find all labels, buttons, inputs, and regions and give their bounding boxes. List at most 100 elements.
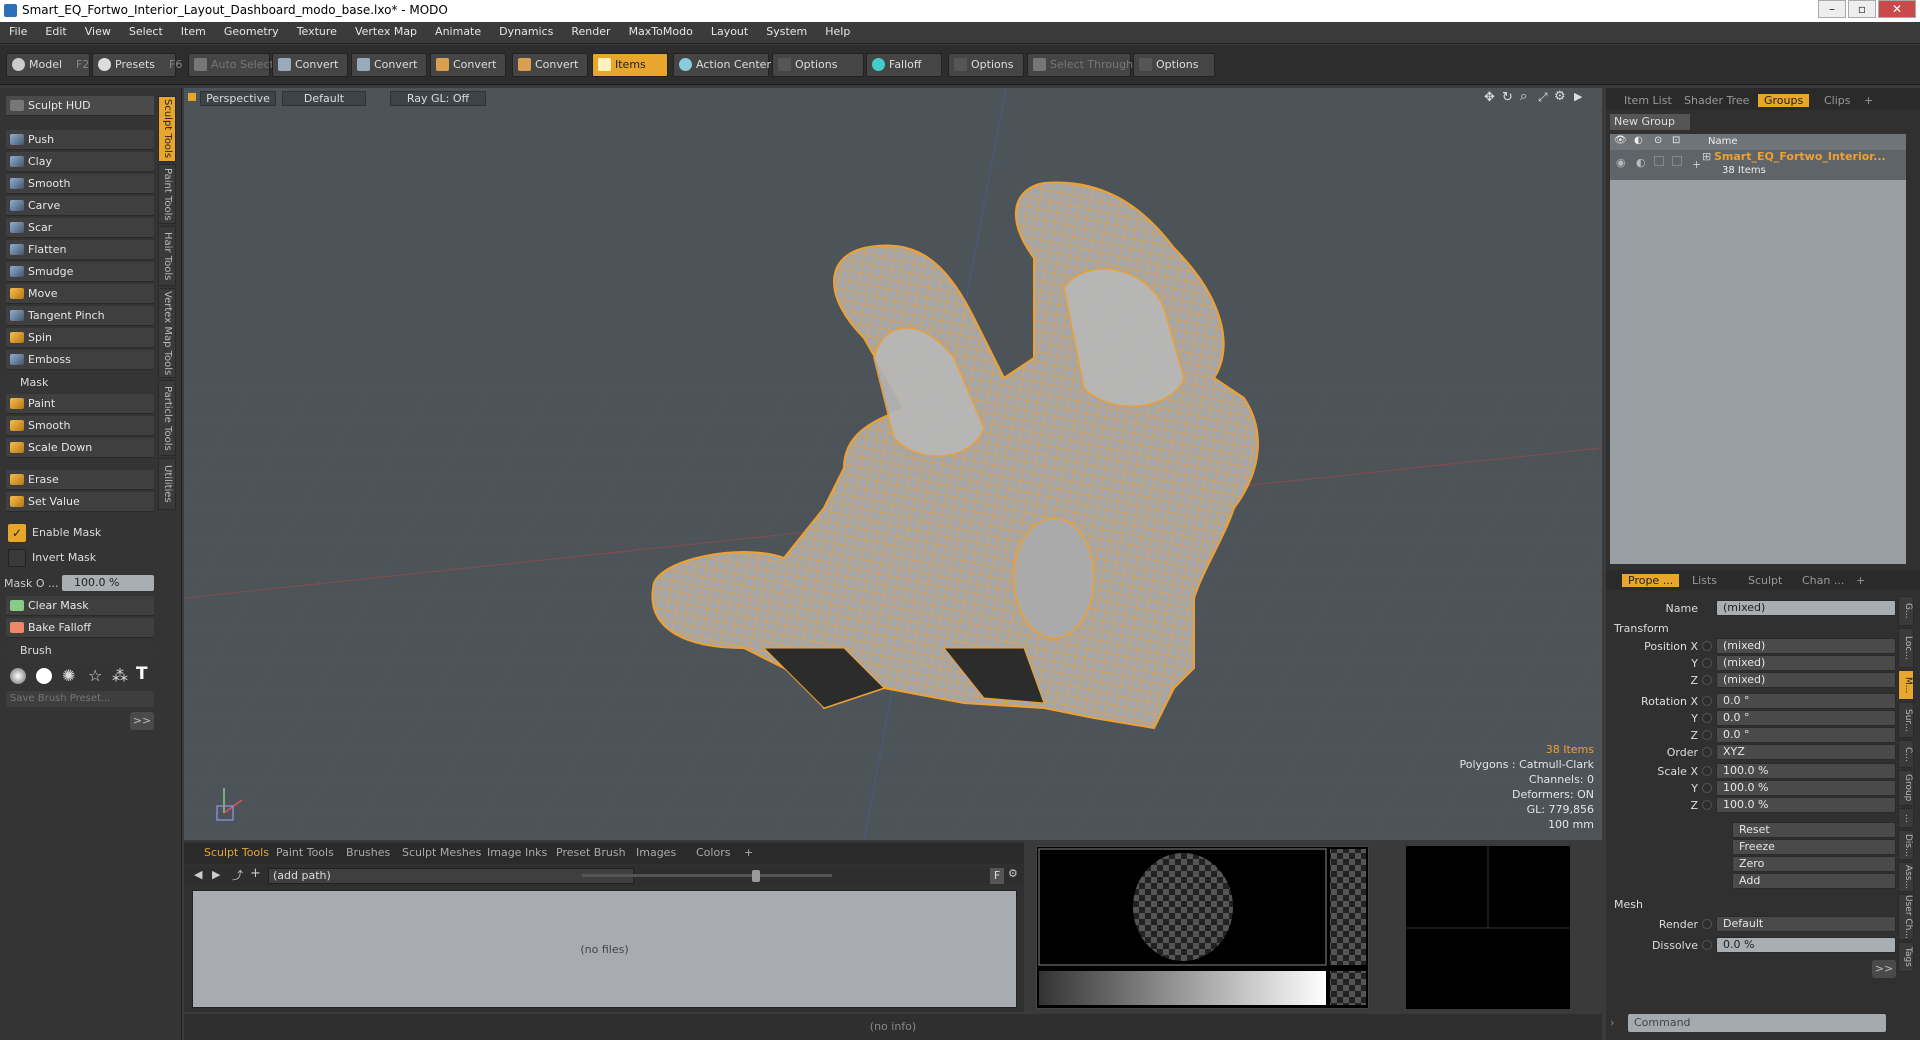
maximize-button[interactable]: ▫ bbox=[1848, 0, 1876, 18]
options-button-2[interactable]: Options bbox=[948, 53, 1024, 77]
rotation-z-field[interactable]: 0.0 ° bbox=[1716, 727, 1896, 743]
raygl-dropdown[interactable]: Ray GL: Off bbox=[390, 91, 486, 106]
scale-z-field[interactable]: 100.0 % bbox=[1716, 797, 1896, 813]
convert-materials-button[interactable]: Convert bbox=[512, 53, 588, 77]
mask-scale-down[interactable]: Scale Down bbox=[6, 438, 154, 458]
group-name[interactable]: Smart_EQ_Fortwo_Interior... bbox=[1714, 150, 1886, 163]
side-tab-6[interactable]: Group bbox=[1898, 770, 1914, 806]
hard-brush-icon[interactable] bbox=[36, 668, 52, 684]
rotation-y-key-icon[interactable] bbox=[1702, 713, 1712, 723]
shading-dropdown[interactable]: Default bbox=[282, 91, 366, 106]
fit-view-icon[interactable]: ⤢ bbox=[1538, 90, 1548, 105]
tab-preset-brush[interactable]: Preset Brush bbox=[556, 846, 626, 859]
tab-lists[interactable]: Lists bbox=[1692, 574, 1717, 587]
tab-channels[interactable]: Chan ... bbox=[1802, 574, 1844, 587]
side-tab-1[interactable]: G... bbox=[1898, 596, 1914, 626]
menu-layout[interactable]: Layout bbox=[702, 22, 757, 38]
transform-section[interactable]: Transform bbox=[1614, 622, 1669, 635]
tab-properties[interactable]: Prope ... bbox=[1622, 574, 1680, 587]
filter-button[interactable]: F bbox=[990, 868, 1004, 884]
mask-paint[interactable]: Paint bbox=[6, 394, 154, 414]
menu-animate[interactable]: Animate bbox=[426, 22, 490, 38]
rotation-x-field[interactable]: 0.0 ° bbox=[1716, 693, 1896, 709]
invert-mask-checkbox[interactable] bbox=[8, 549, 26, 567]
file-browser-area[interactable]: (no files) bbox=[192, 890, 1017, 1008]
mask-erase[interactable]: Erase bbox=[6, 470, 154, 490]
tool-flatten[interactable]: Flatten bbox=[6, 240, 154, 260]
rotation-x-key-icon[interactable] bbox=[1702, 696, 1712, 706]
brush-section-header[interactable]: Brush bbox=[6, 642, 154, 660]
tab-clips[interactable]: Clips bbox=[1824, 94, 1851, 107]
tab-add[interactable]: + bbox=[744, 846, 753, 859]
action-center-button[interactable]: Action Center bbox=[673, 53, 771, 77]
tab-particle-tools[interactable]: Particle Tools bbox=[158, 380, 176, 456]
rotation-y-field[interactable]: 0.0 ° bbox=[1716, 710, 1896, 726]
side-tab-10[interactable]: User Ch... bbox=[1898, 894, 1914, 940]
tab-utilities[interactable]: Utilities bbox=[158, 458, 176, 510]
tool-tangent-pinch[interactable]: Tangent Pinch bbox=[6, 306, 154, 326]
add-path-icon[interactable]: + bbox=[250, 866, 261, 881]
tab-paint-tools-bottom[interactable]: Paint Tools bbox=[276, 846, 334, 859]
tab-paint-tools[interactable]: Paint Tools bbox=[158, 164, 176, 224]
auto-select-button[interactable]: Auto Select bbox=[188, 53, 274, 77]
view-type-dropdown[interactable]: Perspective bbox=[200, 91, 276, 106]
convert-vertices-button[interactable]: Convert bbox=[272, 53, 348, 77]
menu-texture[interactable]: Texture bbox=[288, 22, 346, 38]
tab-colors[interactable]: Colors bbox=[696, 846, 730, 859]
bake-falloff-button[interactable]: Bake Falloff bbox=[6, 618, 154, 638]
tool-smooth[interactable]: Smooth bbox=[6, 174, 154, 194]
slider-handle[interactable] bbox=[752, 870, 760, 882]
menu-file[interactable]: File bbox=[0, 22, 36, 38]
menu-maxtomodo[interactable]: MaxToModo bbox=[620, 22, 702, 38]
scale-x-field[interactable]: 100.0 % bbox=[1716, 763, 1896, 779]
enable-mask-checkbox[interactable]: ✓ bbox=[8, 524, 26, 542]
more-button[interactable]: >> bbox=[130, 712, 154, 730]
expand-group-icon[interactable]: + bbox=[1692, 158, 1701, 171]
side-tab-7[interactable]: ... bbox=[1898, 808, 1914, 828]
forward-icon[interactable]: ▶ bbox=[212, 868, 220, 881]
tab-groups[interactable]: Groups bbox=[1758, 94, 1810, 107]
position-y-key-icon[interactable] bbox=[1702, 658, 1712, 668]
order-dropdown[interactable]: XYZ bbox=[1716, 744, 1896, 760]
star-brush-icon[interactable]: ☆ bbox=[88, 666, 102, 685]
menu-select[interactable]: Select bbox=[120, 22, 172, 38]
freeze-dropdown[interactable]: Freeze bbox=[1732, 839, 1896, 855]
add-dropdown[interactable]: Add bbox=[1732, 873, 1896, 889]
position-y-field[interactable]: (mixed) bbox=[1716, 655, 1896, 671]
side-tab-11[interactable]: Tags bbox=[1898, 942, 1914, 972]
minimize-button[interactable]: – bbox=[1818, 0, 1846, 18]
falloff-button[interactable]: Falloff bbox=[866, 53, 942, 77]
tool-smudge[interactable]: Smudge bbox=[6, 262, 154, 282]
model-button[interactable]: Model F2 bbox=[6, 53, 90, 77]
browser-settings-icon[interactable]: ⚙ bbox=[1008, 867, 1018, 880]
scale-y-field[interactable]: 100.0 % bbox=[1716, 780, 1896, 796]
dissolve-key-icon[interactable] bbox=[1702, 940, 1712, 950]
items-mode-button[interactable]: Items bbox=[592, 53, 668, 77]
menu-geometry[interactable]: Geometry bbox=[215, 22, 288, 38]
render-dropdown[interactable]: Default bbox=[1716, 916, 1896, 932]
tab-sculpt-tools[interactable]: Sculpt Tools bbox=[158, 96, 176, 162]
tab-shader-tree[interactable]: Shader Tree bbox=[1684, 94, 1749, 107]
tool-push[interactable]: Push bbox=[6, 130, 154, 150]
tool-scar[interactable]: Scar bbox=[6, 218, 154, 238]
menu-system[interactable]: System bbox=[757, 22, 816, 38]
position-z-key-icon[interactable] bbox=[1702, 675, 1712, 685]
row-render-icon[interactable]: ◐ bbox=[1636, 156, 1646, 169]
order-key-icon[interactable] bbox=[1702, 747, 1712, 757]
tab-vertex-map-tools[interactable]: Vertex Map Tools bbox=[158, 288, 176, 378]
name-column-header[interactable]: Name bbox=[1708, 136, 1738, 147]
move-view-icon[interactable]: ✥ bbox=[1484, 90, 1495, 105]
scale-y-key-icon[interactable] bbox=[1702, 783, 1712, 793]
tool-move[interactable]: Move bbox=[6, 284, 154, 304]
mask-opacity-field[interactable]: 100.0 % bbox=[62, 575, 154, 591]
reset-dropdown[interactable]: Reset bbox=[1732, 822, 1896, 838]
menu-help[interactable]: Help bbox=[816, 22, 859, 38]
side-tab-9[interactable]: Ass... bbox=[1898, 862, 1914, 892]
tab-brushes[interactable]: Brushes bbox=[346, 846, 390, 859]
zoom-view-icon[interactable]: ⌕ bbox=[1520, 89, 1527, 104]
new-group-button[interactable]: New Group bbox=[1610, 114, 1690, 130]
tab-add-top[interactable]: + bbox=[1864, 94, 1873, 107]
select-through-button[interactable]: Select Through bbox=[1027, 53, 1133, 77]
view-more-icon[interactable]: ▶ bbox=[1574, 90, 1582, 103]
tab-add-props[interactable]: + bbox=[1856, 574, 1865, 587]
